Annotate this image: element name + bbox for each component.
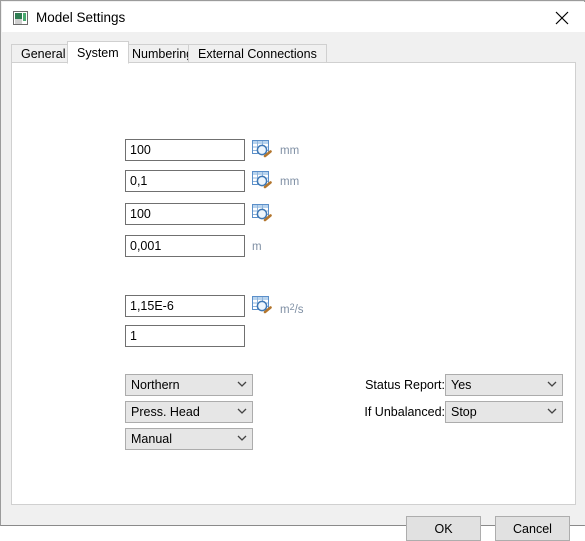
- table-lookup-icon-viscosity[interactable]: [252, 296, 273, 315]
- cancel-button[interactable]: Cancel: [495, 516, 570, 541]
- input-length-rounding[interactable]: [125, 235, 245, 257]
- chevron-down-icon: [237, 408, 247, 414]
- input-viscosity[interactable]: [125, 295, 245, 317]
- combo-elevation-update-value: Manual: [131, 432, 172, 446]
- unit-default-diameter: mm: [280, 145, 300, 157]
- tab-external-connections[interactable]: External Connections: [188, 44, 327, 63]
- window-settings-icon: [13, 11, 28, 25]
- chevron-down-icon: [237, 381, 247, 387]
- close-icon: [555, 11, 569, 25]
- title-bar: Model Settings: [2, 2, 585, 33]
- combo-prv-psv-setting[interactable]: Press. Head: [125, 401, 253, 423]
- field-row-status-report: Status Report:: [292, 374, 445, 396]
- tab-system[interactable]: System: [67, 41, 129, 64]
- combo-if-unbalanced[interactable]: Stop: [445, 401, 563, 423]
- tab-general[interactable]: General: [11, 44, 76, 63]
- combo-hemisphere[interactable]: Northern: [125, 374, 253, 396]
- combo-elevation-update[interactable]: Manual: [125, 428, 253, 450]
- combo-hemisphere-value: Northern: [131, 378, 180, 392]
- chevron-down-icon: [547, 408, 557, 414]
- dialog-body: General System Numbering External Connec…: [2, 32, 585, 541]
- combo-status-report[interactable]: Yes: [445, 374, 563, 396]
- combo-prv-psv-setting-value: Press. Head: [131, 405, 200, 419]
- table-lookup-icon-default-dw-coeff[interactable]: [252, 171, 273, 190]
- input-specific-mass[interactable]: [125, 325, 245, 347]
- unit-viscosity: m2/s: [280, 302, 304, 316]
- window-title: Model Settings: [36, 10, 126, 25]
- model-settings-dialog: Model Settings General System Numbering …: [0, 0, 585, 541]
- combo-if-unbalanced-value: Stop: [451, 405, 477, 419]
- unit-length-rounding: m: [252, 241, 262, 253]
- label-if-unbalanced: If Unbalanced:: [364, 405, 445, 419]
- input-default-dw-coeff[interactable]: [125, 170, 245, 192]
- unit-default-dw-coeff: mm: [280, 176, 300, 188]
- field-row-if-unbalanced: If Unbalanced:: [292, 401, 445, 423]
- table-lookup-icon-default-diameter[interactable]: [252, 140, 273, 159]
- table-lookup-icon-default-hw-coeff[interactable]: [252, 204, 273, 223]
- close-button[interactable]: [539, 2, 585, 32]
- tab-strip: General System Numbering External Connec…: [11, 41, 576, 64]
- chevron-down-icon: [547, 381, 557, 387]
- chevron-down-icon: [237, 435, 247, 441]
- input-default-hw-coeff[interactable]: [125, 203, 245, 225]
- system-tab-panel: Default Diameter: mm Default DW Coeff: [11, 62, 576, 505]
- ok-button[interactable]: OK: [406, 516, 481, 541]
- label-status-report: Status Report:: [365, 378, 445, 392]
- input-default-diameter[interactable]: [125, 139, 245, 161]
- combo-status-report-value: Yes: [451, 378, 472, 392]
